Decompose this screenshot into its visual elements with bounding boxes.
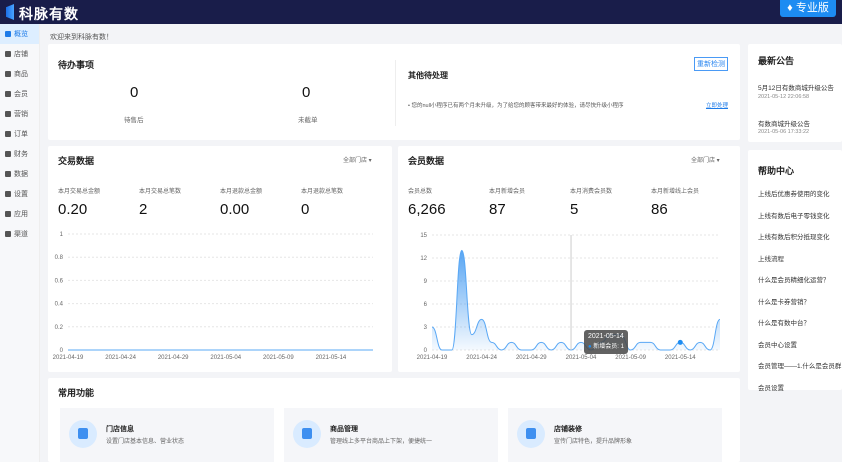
notice-link[interactable]: 5月12日有数商城升级公告: [758, 82, 834, 92]
x-tick-label: 2021-04-29: [516, 355, 547, 361]
y-tick-label: 9: [424, 279, 428, 285]
notice-title: 最新公告: [758, 56, 795, 66]
series-area: [432, 250, 720, 350]
todo-value[interactable]: 0: [130, 84, 138, 101]
notice-date: 2021-05-12 22:06:58: [758, 94, 810, 100]
x-tick-label: 2021-05-14: [316, 355, 347, 361]
welcome-text: 欢迎来到科脉有数！: [50, 34, 113, 41]
functions-title: 常用功能: [58, 388, 95, 398]
y-tick-label: 15: [420, 233, 427, 239]
highlight-point: [677, 339, 683, 345]
y-tick-label: 12: [420, 256, 427, 262]
todo-label: 待售后: [124, 117, 144, 124]
x-tick-label: 2021-05-04: [210, 355, 241, 361]
help-link[interactable]: 上线有数后积分抵现变化: [758, 231, 830, 241]
other-title: 其他待处理: [408, 71, 448, 80]
nav-icon: [5, 31, 11, 37]
notice-card: 最新公告 5月12日有数商城升级公告 2021-05-12 22:06:58 有…: [748, 44, 842, 142]
todo-value[interactable]: 0: [302, 84, 310, 101]
help-card: 帮助中心 上线后优惠券使用的变化 上线有数后电子零钱变化 上线有数后积分抵现变化 上线…: [748, 150, 842, 392]
nav-icon: [5, 151, 11, 157]
y-tick-label: 0.4: [55, 302, 64, 308]
trade-card: 交易数据 全部门店 ▾ 本月交易总金额 0.20 本月交易总笔数 2 本月退款总金额 0.…: [48, 146, 392, 372]
member-card: 会员数据 全部门店 ▾ 会员总数 6,266 本月新增会员 87 本月消费会员数 5 本月新…: [398, 146, 740, 372]
sidebar-item[interactable]: 商品: [0, 64, 39, 84]
function-shortcut[interactable]: 店铺装修 宣传门店特色，提升品牌形象: [508, 408, 722, 462]
x-tick-label: 2021-05-09: [615, 355, 646, 361]
sidebar-item[interactable]: 会员: [0, 84, 39, 104]
y-tick-label: 0.6: [55, 278, 64, 284]
divider: [395, 60, 396, 126]
x-tick-label: 2021-04-29: [158, 355, 189, 361]
help-link[interactable]: 什么是卡券营销？: [758, 296, 810, 306]
trade-chart: 0 0.2 0.4 0.6 0.8 1 2021-04-19 2021-04-24 2021-0…: [53, 232, 373, 361]
y-tick-label: 0: [424, 348, 428, 354]
sidebar-item[interactable]: 渠道: [0, 224, 39, 244]
y-tick-label: 6: [424, 302, 428, 308]
x-tick-label: 2021-04-24: [105, 355, 136, 361]
chart-tooltip: 2021-05-14 ● 新增会员: 1: [584, 330, 628, 354]
help-link[interactable]: 会员设置: [758, 382, 784, 392]
function-shortcut[interactable]: 商品管理 管理线上多平台商品上下架，便捷统一: [284, 408, 498, 462]
nav-icon: [5, 231, 11, 237]
nav-icon: [5, 171, 11, 177]
notice-link[interactable]: 有数商城升级公告: [758, 118, 810, 128]
help-link[interactable]: 上线后优惠券使用的变化: [758, 188, 830, 198]
handle-now-link[interactable]: 立即处理: [706, 101, 728, 109]
sidebar-item[interactable]: 设置: [0, 184, 39, 204]
brand-name: 科脉有数: [19, 6, 79, 22]
function-shortcut[interactable]: 门店信息 设置门店基本信息、营业状态: [60, 408, 274, 462]
sidebar-item[interactable]: 营销: [0, 104, 39, 124]
nav-icon: [5, 91, 11, 97]
logo-icon: [6, 4, 14, 20]
function-icon: [293, 420, 321, 448]
todo-card: 待办事项 0 待售后 0 未截单 其他待处理 重新检测 • 您的null小程序已…: [48, 44, 740, 140]
nav-icon: [5, 211, 11, 217]
x-tick-label: 2021-04-19: [53, 355, 84, 361]
pro-edition-badge[interactable]: ♦ 专业版: [780, 0, 836, 17]
x-tick-label: 2021-05-09: [263, 355, 294, 361]
help-link[interactable]: 会员中心设置: [758, 339, 797, 349]
todo-label: 未截单: [298, 117, 318, 124]
member-chart: 0 3 6 9 12 15 2021-04-19 2021-04-24 2021-04-29 20…: [417, 233, 721, 361]
notice-text: • 您的null小程序已有两个月未升级，为了给您的顾客带来最好的体验，请尽快升级…: [408, 103, 624, 109]
nav-icon: [5, 111, 11, 117]
y-tick-label: 0.8: [55, 255, 64, 261]
help-link[interactable]: 上线流程: [758, 253, 784, 263]
function-icon: [517, 420, 545, 448]
y-tick-label: 0.2: [55, 325, 64, 331]
nav-icon: [5, 51, 11, 57]
sidebar-item[interactable]: 订单: [0, 124, 39, 144]
help-link[interactable]: 什么是有数中台？: [758, 317, 810, 327]
x-tick-label: 2021-05-14: [665, 355, 696, 361]
sidebar-item[interactable]: 店铺: [0, 44, 39, 64]
sidebar-item[interactable]: 数据: [0, 164, 39, 184]
sidebar-item[interactable]: 概览: [0, 24, 39, 44]
sidebar-item[interactable]: 财务: [0, 144, 39, 164]
diamond-icon: ♦: [787, 2, 796, 14]
nav-icon: [5, 191, 11, 197]
help-link[interactable]: 上线有数后电子零钱变化: [758, 210, 830, 220]
todo-title: 待办事项: [58, 60, 95, 70]
y-tick-label: 1: [60, 232, 64, 238]
x-tick-label: 2021-04-24: [466, 355, 497, 361]
function-icon: [69, 420, 97, 448]
x-tick-label: 2021-04-19: [417, 355, 448, 361]
nav-icon: [5, 71, 11, 77]
x-tick-label: 2021-05-04: [566, 355, 597, 361]
y-tick-label: 3: [424, 325, 428, 331]
sidebar: 概览 店铺 商品 会员 营销 订单 财务 数据 设置 应用 渠道: [0, 24, 40, 462]
help-link[interactable]: 会员管理——1.什么是会员群: [758, 360, 841, 370]
sidebar-item[interactable]: 应用: [0, 204, 39, 224]
recheck-button[interactable]: 重新检测: [694, 57, 728, 71]
help-link[interactable]: 什么是会员精细化运营？: [758, 274, 830, 284]
nav-icon: [5, 131, 11, 137]
notice-date: 2021-05-06 17:33:22: [758, 129, 810, 135]
help-title: 帮助中心: [758, 166, 795, 176]
y-tick-label: 0: [60, 348, 64, 354]
top-bar: 科脉有数 ♦ 专业版: [0, 0, 842, 24]
